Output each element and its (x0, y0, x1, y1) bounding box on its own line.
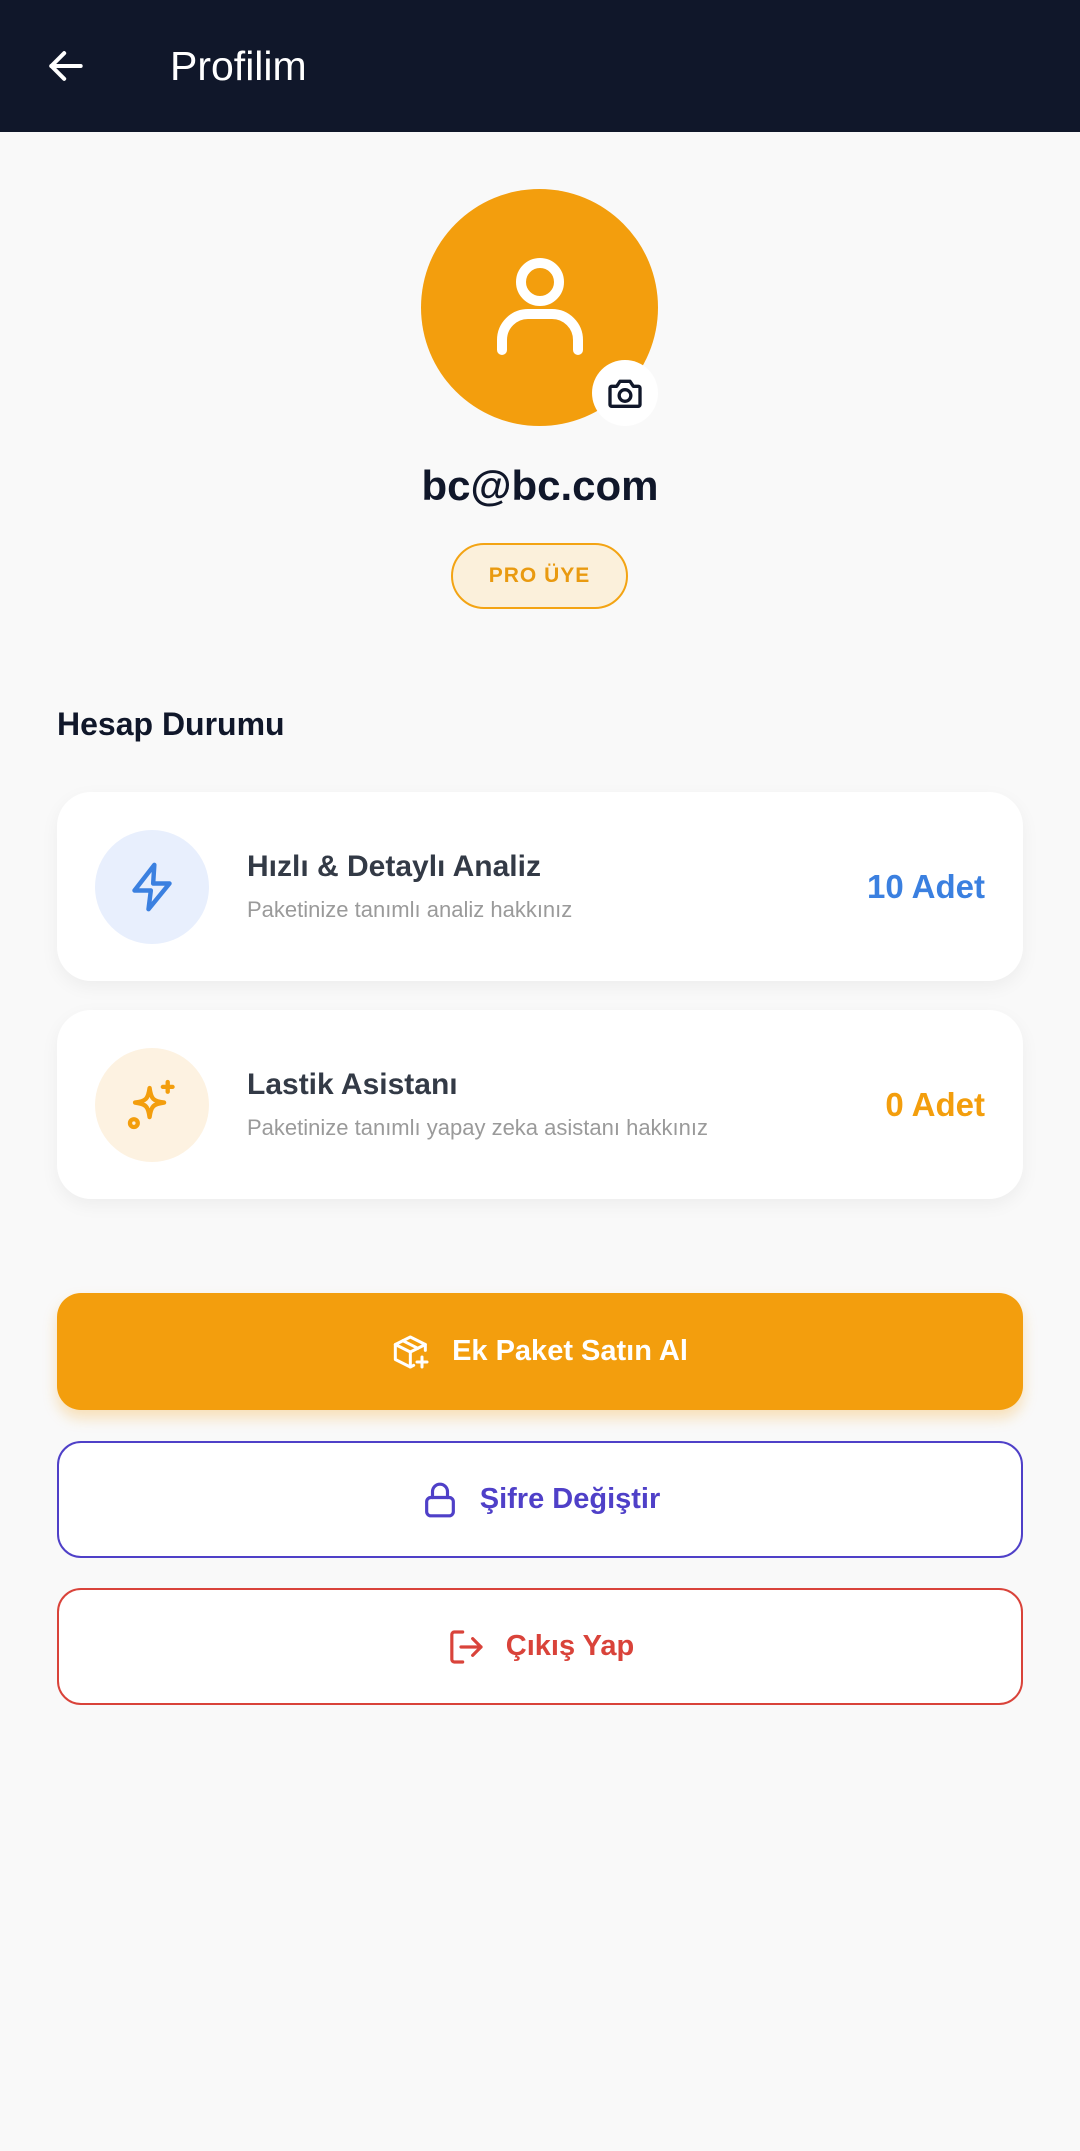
card-count: 10 Adet (867, 867, 985, 905)
membership-badge: PRO ÜYE (451, 543, 628, 609)
change-password-label: Şifre Değiştir (479, 1483, 661, 1515)
logout-icon (450, 1629, 483, 1664)
page-title: Profilim (170, 42, 307, 89)
arrow-left-icon (49, 51, 83, 81)
lock-icon (424, 1482, 455, 1517)
card-count: 0 Adet (885, 1085, 985, 1123)
change-password-button[interactable]: Şifre Değiştir (57, 1441, 1023, 1558)
buy-package-label: Ek Paket Satın Al (452, 1335, 688, 1367)
buy-package-button[interactable]: Ek Paket Satın Al (57, 1293, 1023, 1410)
app-bar: Profilim (0, 0, 1080, 132)
sparkle-icon (127, 1079, 175, 1130)
logout-button[interactable]: Çıkış Yap (57, 1588, 1023, 1705)
user-email: bc@bc.com (421, 462, 659, 509)
user-icon (496, 257, 583, 355)
card-title: Lastik Asistanı (247, 1068, 458, 1101)
back-button[interactable] (40, 40, 92, 92)
lightning-icon (132, 862, 172, 912)
package-plus-icon (393, 1335, 429, 1368)
assistant-quota-card: Lastik Asistanı Paketinize tanımlı yapay… (57, 1010, 1023, 1199)
camera-icon (608, 379, 642, 408)
card-subtitle: Paketinize tanımlı analiz hakkınız (247, 897, 573, 922)
logout-label: Çıkış Yap (505, 1630, 635, 1662)
change-photo-button[interactable] (592, 360, 658, 426)
card-icon-circle (95, 830, 209, 944)
section-title: Hesap Durumu (57, 706, 285, 742)
card-subtitle: Paketinize tanımlı yapay zeka asistanı h… (247, 1115, 709, 1140)
card-title: Hızlı & Detaylı Analiz (247, 850, 541, 883)
analysis-quota-card: Hızlı & Detaylı Analiz Paketinize tanıml… (57, 792, 1023, 981)
card-icon-circle (95, 1048, 209, 1162)
